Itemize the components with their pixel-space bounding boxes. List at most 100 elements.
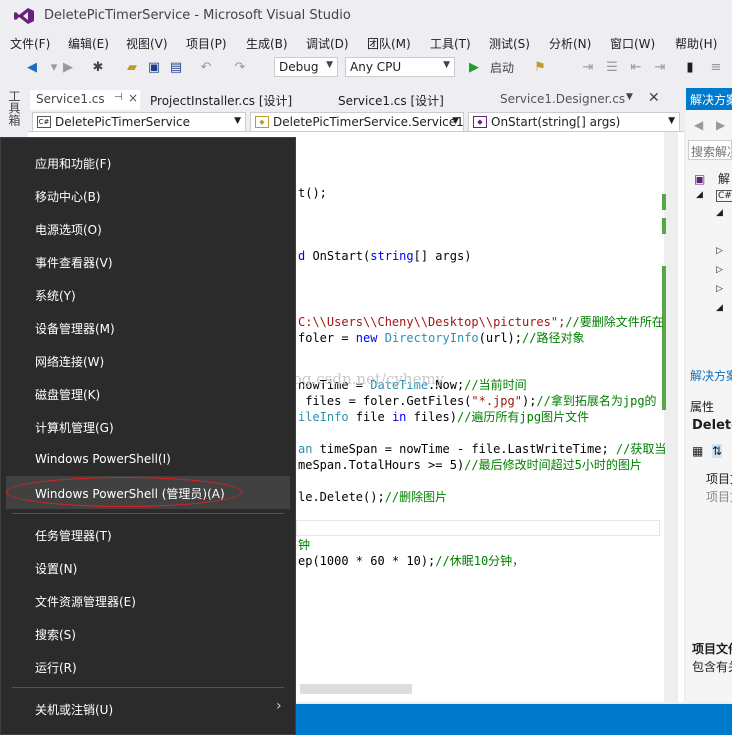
property-row: 项目文 — [706, 472, 732, 486]
menu-item-search[interactable]: 搜索(S) — [35, 626, 76, 643]
menu-view[interactable]: 视图(V) — [126, 35, 168, 52]
collapse-icon[interactable]: ▷ — [716, 265, 723, 275]
menu-item-apps-features[interactable]: 应用和功能(F) — [35, 155, 111, 172]
menu-item-task-manager[interactable]: 任务管理器(T) — [35, 527, 112, 544]
project-dropdown[interactable]: C# DeletePicTimerService ▼ — [32, 112, 246, 132]
change-indicator — [662, 160, 666, 410]
toolbox-tab[interactable]: 工具箱 — [6, 90, 23, 126]
code-token: //当前时间 — [464, 378, 527, 392]
menu-item-powershell[interactable]: Windows PowerShell(I) — [35, 452, 171, 466]
bookmark-icon[interactable]: ▮ — [682, 60, 698, 76]
member-dropdown[interactable]: ◆ OnStart(string[] args) ▼ — [468, 112, 680, 132]
code-token: [] args) — [413, 249, 472, 263]
menu-build[interactable]: 生成(B) — [246, 35, 288, 52]
solution-explorer-tab[interactable]: 解决方案 — [686, 366, 732, 384]
code-token: ileInfo — [298, 410, 349, 424]
menu-edit[interactable]: 编辑(E) — [68, 35, 109, 52]
start-icon[interactable]: ▶ — [466, 60, 482, 76]
find-icon[interactable]: ⚑ — [532, 60, 548, 76]
categorized-icon[interactable]: ▦ — [692, 444, 703, 458]
menu-team[interactable]: 团队(M) — [367, 35, 411, 52]
code-line: ep(1000 * 60 * 10);//休眠10分钟， — [298, 552, 524, 569]
menu-item-mobility-center[interactable]: 移动中心(B) — [35, 188, 101, 205]
platform-select[interactable]: Any CPU ▼ — [345, 57, 455, 77]
outdent-icon[interactable]: ⇥ — [652, 60, 668, 76]
solution-search-input[interactable]: 搜索解决 — [688, 140, 732, 160]
code-token: ); — [521, 394, 537, 408]
menu-divider — [12, 687, 284, 688]
code-line: foler = new DirectoryInfo(url);//路径对象 — [298, 329, 584, 346]
code-token: DirectoryInfo — [384, 331, 479, 345]
menu-item-disk-management[interactable]: 磁盘管理(K) — [35, 386, 100, 403]
menu-item-event-viewer[interactable]: 事件查看器(V) — [35, 254, 113, 271]
forward-icon[interactable]: ▶ — [716, 118, 725, 132]
close-icon[interactable]: ✕ — [648, 90, 660, 106]
step-icon[interactable]: ⇥ — [580, 60, 596, 76]
tab-projectinstaller-design[interactable]: ProjectInstaller.cs [设计] — [144, 90, 298, 110]
collapse-icon[interactable]: ▷ — [716, 246, 723, 256]
menu-project[interactable]: 项目(P) — [186, 35, 227, 52]
properties-header: 属性 — [690, 400, 715, 414]
back-icon[interactable]: ◀ — [694, 118, 703, 132]
editor-scrollbar[interactable] — [664, 132, 678, 702]
indent-icon[interactable]: ⇤ — [628, 60, 644, 76]
new-project-icon[interactable]: ✱ — [90, 60, 106, 76]
save-icon[interactable]: ▣ — [146, 60, 162, 76]
menu-item-settings[interactable]: 设置(N) — [35, 560, 77, 577]
code-token: new — [355, 331, 378, 345]
undo-icon[interactable]: ↶ — [198, 60, 214, 76]
code-token: meSpan.TotalHours >= 5) — [298, 458, 465, 472]
expand-icon[interactable]: ◢ — [716, 208, 723, 218]
tab-overflow-icon[interactable]: ▼ — [626, 92, 633, 102]
open-folder-icon[interactable]: ▰ — [124, 60, 140, 76]
tab-service1-design[interactable]: Service1.cs [设计] — [332, 90, 450, 110]
solution-explorer-header: 解决方案 — [686, 88, 732, 110]
menu-item-file-explorer[interactable]: 文件资源管理器(E) — [35, 593, 136, 610]
menu-tools[interactable]: 工具(T) — [430, 35, 471, 52]
start-label[interactable]: 启动 — [482, 60, 522, 76]
code-token: string — [370, 249, 414, 263]
solution-node[interactable]: 解 — [718, 170, 730, 187]
code-token: files = foler.GetFiles( — [298, 394, 472, 408]
expand-icon[interactable]: ◢ — [696, 190, 703, 200]
pin-icon[interactable]: ⊣ — [114, 92, 123, 103]
class-dropdown[interactable]: ◆ DeletePicTimerService.Service1 ▼ — [250, 112, 464, 132]
collapse-icon[interactable]: ▷ — [716, 284, 723, 294]
tab-service1-designer[interactable]: Service1.Designer.cs — [494, 90, 631, 110]
chevron-down-icon: ▼ — [452, 116, 459, 126]
menu-item-system[interactable]: 系统(Y) — [35, 287, 76, 304]
menu-window[interactable]: 窗口(W) — [610, 35, 655, 52]
menu-debug[interactable]: 调试(D) — [306, 35, 349, 52]
document-tabs: Service1.cs ⊣ × ProjectInstaller.cs [设计]… — [28, 88, 684, 110]
tab-service1-cs[interactable]: Service1.cs ⊣ × — [30, 90, 140, 110]
menu-help[interactable]: 帮助(H) — [675, 35, 717, 52]
horizontal-scrollbar[interactable] — [300, 684, 412, 694]
chevron-down-icon: ▼ — [234, 116, 241, 126]
project-node[interactable]: C# — [716, 190, 732, 202]
menu-item-network-connections[interactable]: 网络连接(W) — [35, 353, 104, 370]
back-icon[interactable]: ◀ — [24, 60, 40, 76]
menu-bar: 文件(F) 编辑(E) 视图(V) 项目(P) 生成(B) 调试(D) 团队(M… — [0, 32, 732, 54]
menu-item-computer-management[interactable]: 计算机管理(G) — [35, 419, 114, 436]
code-token: le.Delete(); — [298, 490, 385, 504]
save-all-icon[interactable]: ▤ — [168, 60, 184, 76]
menu-file[interactable]: 文件(F) — [10, 35, 50, 52]
menu-item-device-manager[interactable]: 设备管理器(M) — [35, 320, 115, 337]
alphabetical-icon[interactable]: ⇅ — [712, 444, 723, 458]
menu-item-shutdown-signout[interactable]: 关机或注销(U) — [35, 701, 113, 718]
menu-item-power-options[interactable]: 电源选项(O) — [35, 221, 102, 238]
expand-icon[interactable]: ◢ — [716, 303, 723, 313]
comment-icon[interactable]: ≡ — [708, 60, 724, 76]
configuration-select[interactable]: Debug ▼ — [274, 57, 338, 77]
close-icon[interactable]: × — [128, 91, 138, 105]
menu-item-run[interactable]: 运行(R) — [35, 659, 77, 676]
forward-icon[interactable]: ▶ — [60, 60, 76, 76]
menu-test[interactable]: 测试(S) — [489, 35, 530, 52]
navigation-bar: C# DeletePicTimerService ▼ ◆ DeletePicTim… — [28, 110, 684, 132]
chevron-down-icon: ▼ — [668, 116, 675, 126]
chevron-right-icon: › — [276, 698, 282, 714]
redo-icon[interactable]: ↷ — [232, 60, 248, 76]
align-icon[interactable]: ☰ — [604, 60, 620, 76]
menu-analyze[interactable]: 分析(N) — [549, 35, 591, 52]
